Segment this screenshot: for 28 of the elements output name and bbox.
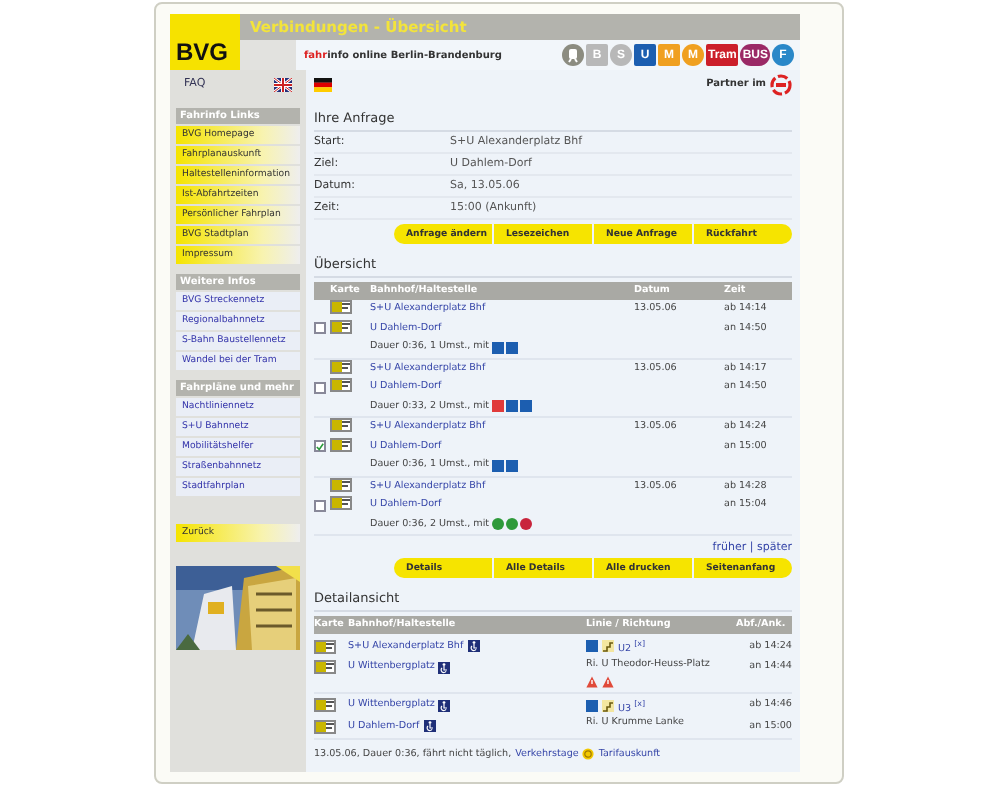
checkbox[interactable] bbox=[314, 381, 326, 394]
train-icon[interactable] bbox=[561, 44, 584, 66]
checkbox[interactable] bbox=[314, 440, 326, 453]
map-icon[interactable] bbox=[330, 359, 352, 374]
wheelchair-icon bbox=[438, 699, 451, 712]
map-icon[interactable] bbox=[314, 639, 336, 653]
map-icon[interactable] bbox=[314, 698, 336, 713]
uk-flag-icon[interactable] bbox=[274, 77, 292, 91]
map-icon[interactable] bbox=[330, 477, 352, 492]
bvg-logo: BVG bbox=[170, 14, 240, 70]
checkbox[interactable] bbox=[314, 499, 326, 512]
vbb-logo-icon[interactable] bbox=[770, 73, 792, 95]
wheelchair-icon bbox=[438, 661, 451, 674]
coin-icon bbox=[582, 748, 595, 761]
map-icon[interactable] bbox=[314, 719, 336, 734]
stairs-icon bbox=[602, 640, 614, 653]
map-icon[interactable] bbox=[330, 319, 352, 334]
wheelchair-icon bbox=[423, 720, 436, 733]
map-icon[interactable] bbox=[314, 660, 336, 675]
map-icon[interactable] bbox=[330, 437, 352, 452]
german-flag-icon[interactable] bbox=[314, 77, 332, 91]
checkbox[interactable] bbox=[314, 322, 326, 335]
map-icon[interactable] bbox=[330, 496, 352, 511]
stairs-icon bbox=[602, 699, 614, 712]
map-icon[interactable] bbox=[330, 300, 352, 315]
map-icon[interactable] bbox=[330, 378, 352, 393]
wheelchair-icon bbox=[467, 640, 480, 652]
map-icon[interactable] bbox=[330, 418, 352, 433]
